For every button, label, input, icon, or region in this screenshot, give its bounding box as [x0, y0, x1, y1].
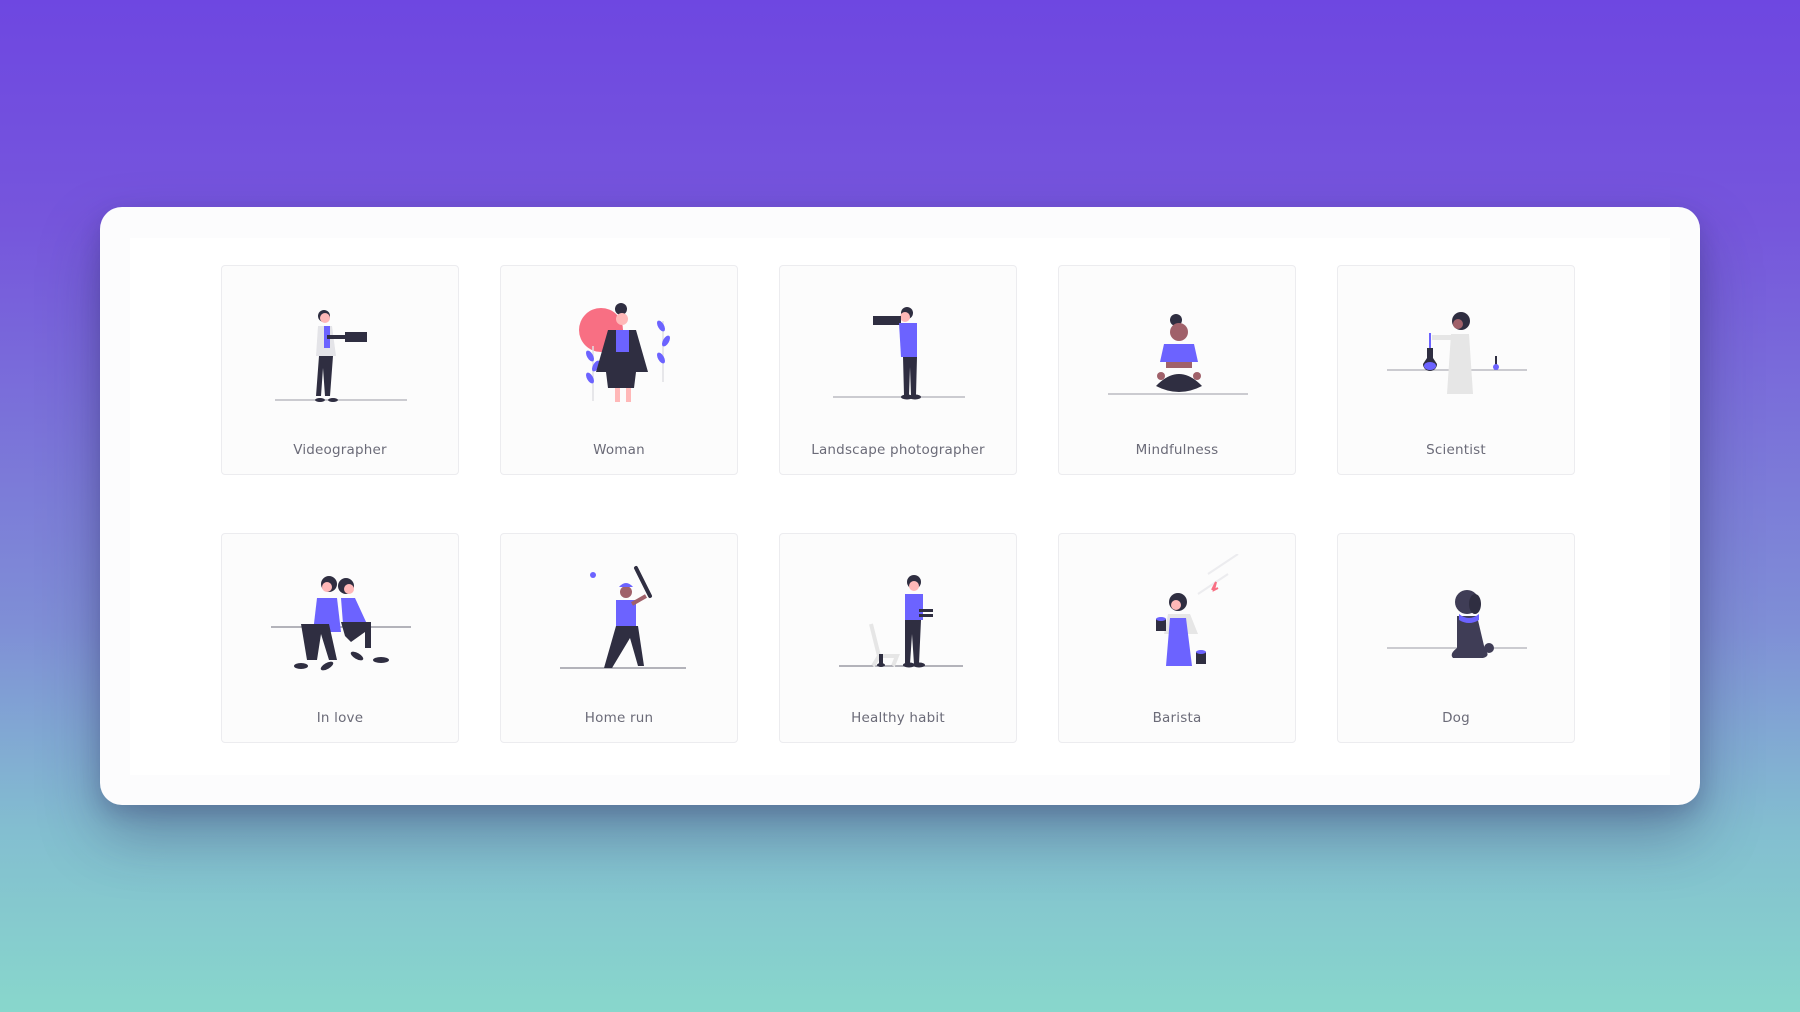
gallery-item-scientist[interactable]: Scientist	[1337, 265, 1575, 475]
healthy-habit-illustration-icon	[839, 575, 963, 668]
gallery-item-label: Landscape photographer	[811, 442, 985, 458]
gallery-item-barista[interactable]: Barista	[1058, 533, 1296, 743]
illustration-gallery: Videographer Woman Landscape photographe…	[130, 238, 1670, 775]
dog-illustration-icon	[1387, 590, 1527, 658]
woman-illustration-icon	[579, 303, 670, 402]
gallery-item-videographer[interactable]: Videographer	[221, 265, 459, 475]
gallery-item-label: In love	[316, 710, 364, 726]
gallery-item-woman[interactable]: Woman	[500, 265, 738, 475]
landscape-photographer-illustration-icon	[833, 307, 965, 400]
home-run-illustration-icon	[560, 566, 686, 669]
gallery-item-label: Scientist	[1426, 442, 1486, 458]
gallery-item-label: Barista	[1152, 710, 1202, 726]
gallery-item-healthy-habit[interactable]: Healthy habit	[779, 533, 1017, 743]
gallery-item-label: Home run	[584, 710, 654, 726]
in-love-illustration-icon	[271, 576, 411, 671]
mindfulness-illustration-icon	[1108, 314, 1248, 395]
gallery-item-in-love[interactable]: In love	[221, 533, 459, 743]
gallery-item-label: Woman	[593, 442, 645, 458]
gallery-item-label: Videographer	[293, 442, 387, 458]
gallery-item-home-run[interactable]: Home run	[500, 533, 738, 743]
gallery-item-label: Mindfulness	[1135, 442, 1219, 458]
videographer-illustration-icon	[275, 310, 407, 402]
gallery-item-landscape-photographer[interactable]: Landscape photographer	[779, 265, 1017, 475]
gallery-item-dog[interactable]: Dog	[1337, 533, 1575, 743]
gallery-item-mindfulness[interactable]: Mindfulness	[1058, 265, 1296, 475]
barista-illustration-icon	[1156, 554, 1239, 666]
scientist-illustration-icon	[1387, 312, 1527, 394]
app-window: Videographer Woman Landscape photographe…	[100, 207, 1700, 805]
gallery-item-label: Dog	[1442, 710, 1470, 726]
gallery-item-label: Healthy habit	[851, 710, 945, 726]
